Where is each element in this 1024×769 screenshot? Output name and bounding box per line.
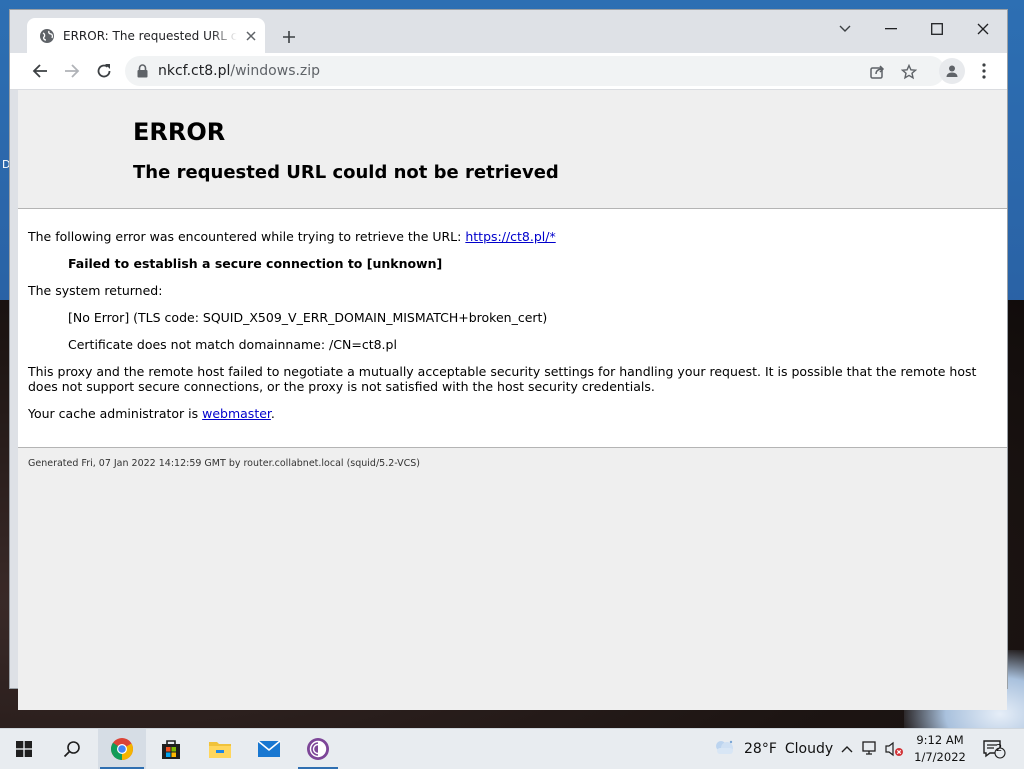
clock-date: 1/7/2022	[914, 750, 966, 764]
admin-text: Your cache administrator is	[28, 406, 203, 421]
error-header: ERROR The requested URL could not be ret…	[18, 90, 1007, 209]
browser-window: ERROR: The requested URL could not be re…	[10, 10, 1007, 710]
notification-center-icon[interactable]: 2	[981, 739, 1007, 759]
requested-url-link[interactable]: https://ct8.pl/*	[465, 229, 555, 244]
system-clock[interactable]: 9:12 AM 1/7/2022	[912, 732, 968, 766]
error-code: [No Error] (TLS code: SQUID_X509_V_ERR_D…	[68, 310, 548, 325]
weather-temperature: 28°F	[744, 741, 777, 757]
certificate-message: Certificate does not match domainname: /…	[68, 337, 397, 352]
forward-button[interactable]	[60, 59, 84, 83]
page-footer: Generated Fri, 07 Jan 2022 14:12:59 GMT …	[28, 458, 420, 469]
title-bar: ERROR: The requested URL could not be re…	[10, 10, 1007, 53]
new-tab-button[interactable]	[278, 26, 300, 48]
tab-active[interactable]: ERROR: The requested URL could not be re…	[27, 18, 265, 53]
start-button[interactable]	[0, 729, 48, 769]
admin-suffix: .	[270, 406, 275, 421]
globe-icon	[39, 28, 55, 44]
address-bar[interactable]: nkcf.ct8.pl/windows.zip	[125, 56, 945, 86]
url-path: /windows.zip	[230, 63, 321, 79]
tab-title: ERROR: The requested URL could not be re…	[63, 28, 237, 43]
notification-count: 2	[995, 743, 1003, 754]
error-title-paragraph: Failed to establish a secure connection …	[68, 256, 997, 271]
web-page: ERROR The requested URL could not be ret…	[18, 90, 1007, 710]
chevron-up-icon[interactable]	[837, 739, 857, 759]
reload-button[interactable]	[92, 59, 116, 83]
taskbar: 28°F Cloudy 9:12 AM 1/7/2022 2	[0, 728, 1024, 769]
maximize-button[interactable]	[922, 16, 952, 42]
network-icon[interactable]	[861, 739, 881, 759]
intro-text: The following error was encountered whil…	[28, 229, 466, 244]
taskbar-file-explorer[interactable]	[196, 729, 244, 769]
taskbar-store[interactable]	[147, 729, 195, 769]
taskbar-chrome[interactable]	[98, 729, 146, 769]
intro-paragraph: The following error was encountered whil…	[28, 229, 997, 244]
admin-paragraph: Your cache administrator is webmaster.	[28, 406, 997, 421]
star-icon[interactable]	[897, 60, 921, 84]
system-returned-label: The system returned:	[28, 283, 163, 298]
cloud-icon	[712, 737, 736, 761]
taskbar-tor-browser[interactable]	[294, 729, 342, 769]
tab-search-icon[interactable]	[830, 16, 860, 42]
clock-time: 9:12 AM	[916, 733, 964, 747]
close-tab-icon[interactable]	[243, 28, 259, 44]
error-title: Failed to establish a secure connection …	[68, 256, 443, 271]
back-button[interactable]	[28, 59, 52, 83]
minimize-button[interactable]	[876, 16, 906, 42]
webmaster-link[interactable]: webmaster	[202, 406, 271, 421]
share-icon[interactable]	[865, 60, 889, 84]
volume-muted-icon[interactable]	[884, 739, 904, 759]
browser-toolbar: nkcf.ct8.pl/windows.zip	[10, 53, 1007, 89]
explanation-paragraph: This proxy and the remote host failed to…	[28, 364, 977, 394]
taskbar-mail[interactable]	[245, 729, 293, 769]
weather-widget[interactable]: 28°F Cloudy	[712, 729, 833, 769]
error-body: The following error was encountered whil…	[18, 209, 1007, 448]
menu-kebab-icon[interactable]	[972, 59, 996, 83]
url-host: nkcf.ct8.pl	[158, 63, 231, 79]
lock-icon[interactable]	[137, 64, 148, 78]
url-text[interactable]: nkcf.ct8.pl/windows.zip	[158, 63, 320, 79]
weather-condition: Cloudy	[784, 741, 834, 757]
search-icon[interactable]	[48, 729, 96, 769]
page-subtitle: The requested URL could not be retrieved	[133, 162, 559, 183]
profile-avatar-icon[interactable]	[939, 58, 965, 84]
close-window-button[interactable]	[968, 16, 998, 42]
page-title: ERROR	[133, 118, 226, 146]
